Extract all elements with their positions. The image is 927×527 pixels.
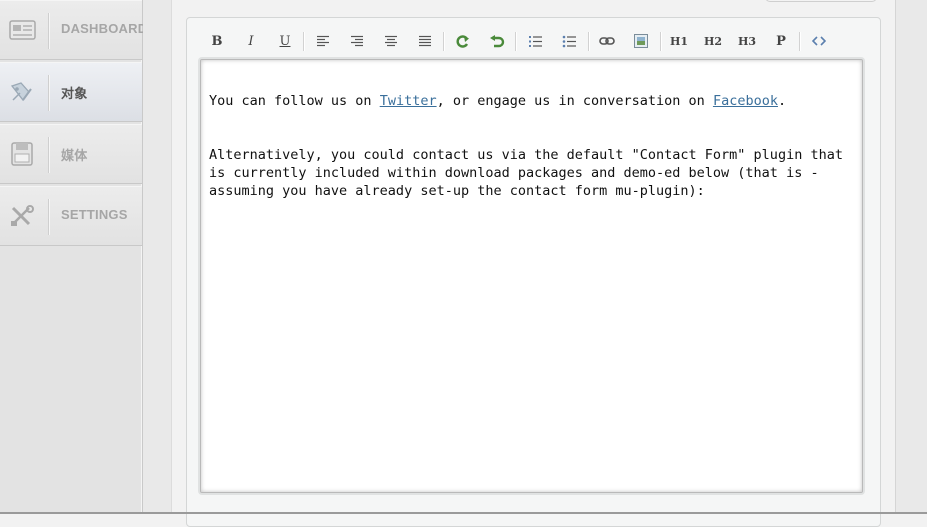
sidebar-item-label: 媒体	[61, 148, 88, 163]
redo-icon	[456, 35, 469, 48]
sidebar-item-label: SETTINGS	[61, 207, 128, 222]
header-tab	[765, 0, 877, 2]
rich-text-editor[interactable]: You can follow us on Twitter, or engage …	[200, 59, 863, 493]
code-view-icon	[812, 36, 826, 46]
sidebar: DASHBOARD 对象 媒体 SETTINGS	[0, 0, 147, 514]
sidebar-item-dashboard[interactable]: DASHBOARD	[0, 0, 147, 60]
ordered-list-icon	[528, 35, 542, 47]
sidebar-item-settings[interactable]: SETTINGS	[0, 186, 142, 246]
heading3-button[interactable]: H3	[734, 28, 760, 54]
justify-icon	[419, 35, 431, 47]
link-button[interactable]	[594, 28, 620, 54]
italic-icon: I	[248, 33, 254, 49]
bold-button[interactable]: B	[204, 28, 230, 54]
image-icon	[634, 34, 648, 48]
editor-toolbar: B I U H1 H2 H3 P	[202, 28, 862, 54]
twitter-link[interactable]: Twitter	[380, 93, 437, 109]
sidebar-item-objects[interactable]: 对象	[0, 62, 142, 122]
facebook-link[interactable]: Facebook	[713, 93, 778, 109]
sidebar-gutter	[143, 0, 172, 514]
link-icon	[599, 37, 615, 45]
justify-button[interactable]	[412, 28, 438, 54]
paragraph-button[interactable]: P	[768, 28, 794, 54]
heading2-button[interactable]: H2	[700, 28, 726, 54]
redo-button[interactable]	[450, 28, 476, 54]
image-button[interactable]	[628, 28, 654, 54]
underline-button[interactable]: U	[272, 28, 298, 54]
heading2-icon: H2	[703, 34, 723, 48]
sidebar-item-label: DASHBOARD	[61, 21, 148, 36]
editor-paragraph-2: Alternatively, you could contact us via …	[209, 147, 843, 199]
unordered-list-icon	[562, 35, 576, 47]
heading3-icon: H3	[737, 34, 757, 48]
align-center-button[interactable]	[378, 28, 404, 54]
editor-paragraph-1: You can follow us on Twitter, or engage …	[209, 93, 787, 109]
settings-icon	[9, 204, 37, 228]
align-left-button[interactable]	[310, 28, 336, 54]
sidebar-item-label: 对象	[61, 86, 88, 101]
ordered-list-button[interactable]	[522, 28, 548, 54]
bold-icon: B	[211, 33, 223, 49]
undo-icon	[490, 35, 505, 48]
align-right-button[interactable]	[344, 28, 370, 54]
undo-button[interactable]	[484, 28, 510, 54]
paragraph-icon: P	[776, 33, 786, 49]
underline-icon: U	[279, 33, 291, 49]
media-icon	[9, 142, 37, 166]
heading1-button[interactable]: H1	[666, 28, 692, 54]
sidebar-item-media[interactable]: 媒体	[0, 124, 142, 184]
heading1-icon: H1	[669, 34, 689, 48]
italic-button[interactable]: I	[238, 28, 264, 54]
right-gutter	[895, 0, 927, 514]
align-center-icon	[385, 35, 397, 47]
code-view-button[interactable]	[806, 28, 832, 54]
dashboard-icon	[9, 18, 37, 42]
unordered-list-button[interactable]	[556, 28, 582, 54]
objects-icon	[9, 80, 37, 104]
align-left-icon	[317, 35, 329, 47]
align-right-icon	[351, 35, 363, 47]
